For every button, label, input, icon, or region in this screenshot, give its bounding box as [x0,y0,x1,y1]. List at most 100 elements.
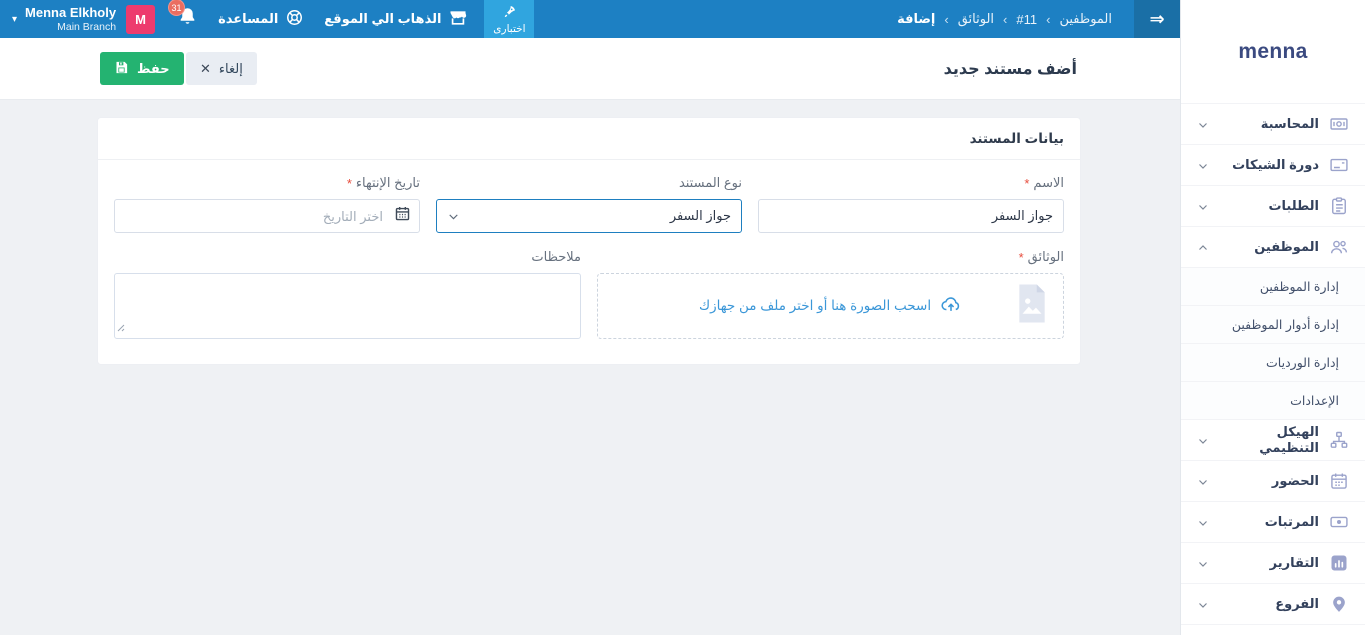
name-input[interactable] [758,199,1064,233]
notes-textarea[interactable] [114,273,581,339]
breadcrumb-separator: ‹ [1046,11,1051,27]
sidebar-subitem-manage-employee-roles[interactable]: إدارة أدوار الموظفين [1181,305,1365,343]
card-body: الاسم * نوع المستند جواز السفر [98,160,1080,364]
sidebar-subitem-manage-employees[interactable]: إدارة الموظفين [1181,267,1365,305]
chevron-down-icon [1197,598,1209,610]
double-arrow-icon: ⇒ [1149,8,1165,29]
user-menu-caret-icon[interactable]: ▾ [12,14,17,25]
banknote-icon [1329,114,1349,134]
resize-grip-icon[interactable] [117,320,126,338]
form-row-1: الاسم * نوع المستند جواز السفر [114,175,1064,233]
content-area: بيانات المستند الاسم * نوع المستند [0,100,1180,635]
chevron-down-icon [1197,118,1209,130]
breadcrumb-separator: ‹ [1003,11,1008,27]
user-menu[interactable]: Menna Elkholy Main Branch [25,5,116,33]
cloud-upload-icon [940,293,962,320]
sidebar-item-label: التقارير [1269,555,1319,570]
cancel-button[interactable]: ✕ إلغاء [186,52,257,85]
dropzone-text[interactable]: اسحب الصورة هنا أو اختر ملف من جهازك [699,298,931,314]
chevron-down-icon [1197,557,1209,569]
sidebar-subitem-manage-shifts[interactable]: إدارة الورديات [1181,343,1365,381]
topbar: ▾ Menna Elkholy Main Branch M 31 المساعد… [0,0,1180,38]
close-icon: ✕ [200,60,211,76]
sidebar-item-employees[interactable]: الموظفين [1181,226,1365,267]
save-label: حفظ [137,60,170,76]
main-column: ▾ Menna Elkholy Main Branch M 31 المساعد… [0,0,1180,635]
breadcrumb-documents[interactable]: الوثائق [958,11,994,27]
notifications-button[interactable]: 31 [168,0,198,32]
chevron-down-icon [1197,200,1209,212]
document-type-field: نوع المستند جواز السفر [436,175,742,233]
cancel-label: إلغاء [218,60,243,76]
calendar-icon[interactable] [394,205,411,227]
floppy-save-icon [114,60,129,78]
lifebuoy-icon [285,8,304,30]
sidebar-item-attendance[interactable]: الحضور [1181,460,1365,501]
document-type-select[interactable]: جواز السفر [436,199,742,233]
breadcrumb: الموظفين ‹ #11 ‹ الوثائق ‹ إضافة [897,11,1112,27]
chevron-down-icon [1197,516,1209,528]
name-field: الاسم * [758,175,1064,233]
document-data-card: بيانات المستند الاسم * نوع المستند [97,117,1081,365]
bell-icon [177,8,198,31]
sidebar-item-salaries[interactable]: المرتبات [1181,501,1365,542]
chevron-up-icon [1197,241,1209,253]
sidebar-item-label: المرتبات [1264,514,1319,529]
org-chart-icon [1329,430,1349,450]
sidebar-item-label: الموظفين [1254,239,1319,254]
sidebar-toggle-button[interactable]: ⇒ [1134,0,1180,38]
sidebar-item-org-structure[interactable]: الهيكل التنظيمي [1181,419,1365,460]
expiry-date-input[interactable] [114,199,420,233]
go-to-site-label: الذهاب الي الموقع [324,11,442,26]
sidebar-item-reports[interactable]: التقارير [1181,542,1365,583]
chevron-down-icon [1197,475,1209,487]
divider [1181,624,1365,625]
page-header: أضف مستند جديد حفظ ✕ إلغاء [0,38,1180,100]
sidebar-subitem-settings[interactable]: الإعدادات [1181,381,1365,419]
save-button[interactable]: حفظ [100,52,184,85]
avatar[interactable]: M [126,4,156,34]
form-row-2: الوثائق * اسحب الصورة هنا أو اختر ملف من… [114,249,1064,344]
sidebar-item-accounting[interactable]: المحاسبة [1181,103,1365,144]
expiry-date-label: تاريخ الإنتهاء [355,175,420,190]
employees-icon [1329,237,1349,257]
help-button[interactable]: المساعدة [218,8,304,30]
expiry-date-field: تاريخ الإنتهاء * [114,175,420,233]
map-pin-icon [1329,594,1349,614]
storefront-icon [448,8,468,31]
documents-label: الوثائق [1027,249,1064,264]
notes-field: ملاحظات [114,249,581,344]
page-title: أضف مستند جديد [943,60,1077,78]
breadcrumb-current-add: إضافة [897,11,936,26]
sidebar-item-label: الحضور [1271,473,1319,488]
trial-mode-button[interactable]: اختبارى [484,0,535,38]
file-dropzone[interactable]: اسحب الصورة هنا أو اختر ملف من جهازك [597,273,1064,339]
name-label: الاسم [1033,175,1064,190]
required-marker: * [346,175,352,191]
document-type-label: نوع المستند [678,175,742,190]
user-name: Menna Elkholy [25,4,117,20]
sidebar-item-requests[interactable]: الطلبات [1181,185,1365,226]
app-logo[interactable]: menna [1181,0,1365,103]
money-icon [1329,512,1349,532]
breadcrumb-separator: ‹ [944,11,949,27]
selected-value: جواز السفر [669,208,731,223]
sidebar-item-label: الطلبات [1268,198,1319,213]
sidebar-item-label: الهيكل التنظيمي [1259,424,1319,455]
documents-field: الوثائق * اسحب الصورة هنا أو اختر ملف من… [597,249,1064,344]
sidebar-item-label: الفروع [1275,596,1319,611]
breadcrumb-employee-id[interactable]: #11 [1016,12,1037,27]
clipboard-icon [1329,196,1349,216]
chevron-down-icon [1197,159,1209,171]
go-to-site-button[interactable]: الذهاب الي الموقع [324,8,468,31]
breadcrumb-employees[interactable]: الموظفين [1059,11,1112,27]
topbar-right: الموظفين ‹ #11 ‹ الوثائق ‹ إضافة ⇒ [897,0,1180,38]
sidebar-item-checks-cycle[interactable]: دورة الشيكات [1181,144,1365,185]
help-label: المساعدة [218,11,279,26]
image-file-icon [1013,283,1051,330]
trial-label: اختبارى [493,22,526,35]
sidebar-item-branches[interactable]: الفروع [1181,583,1365,624]
chevron-down-icon [447,210,460,222]
card-title: بيانات المستند [98,118,1080,160]
user-branch: Main Branch [57,20,117,33]
